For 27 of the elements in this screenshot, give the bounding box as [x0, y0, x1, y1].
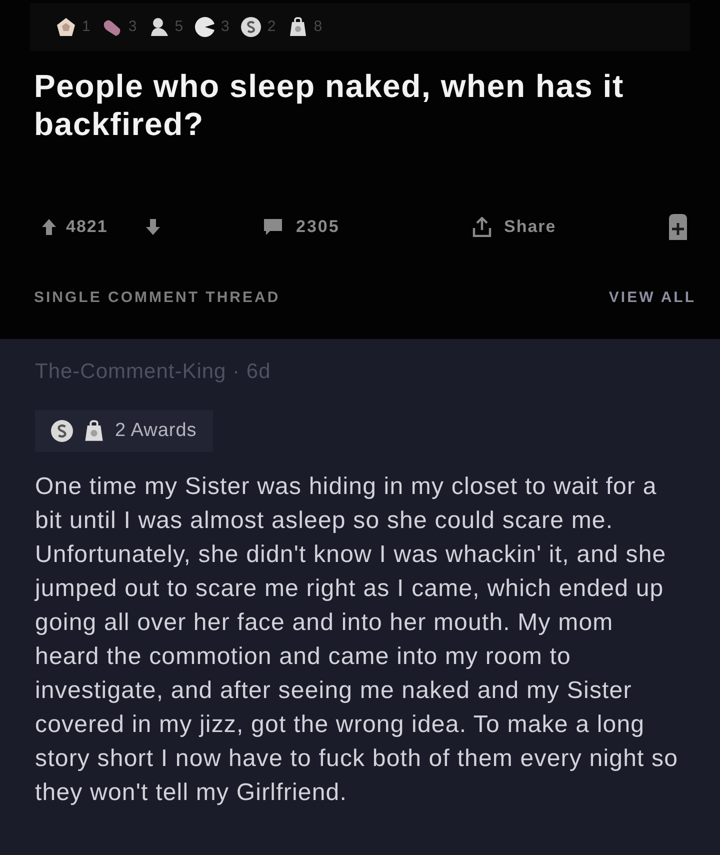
comments-button[interactable]: 2305 — [264, 214, 472, 240]
awards-pill[interactable]: 2 Awards — [35, 410, 213, 452]
view-all-link[interactable]: VIEW ALL — [608, 286, 696, 310]
post-title: People who sleep naked, when has it backfired? — [33, 67, 625, 143]
awards-count: 2 Awards — [115, 418, 197, 443]
award-count: 2 — [267, 16, 276, 37]
award-count: 1 — [82, 16, 90, 37]
downvote-arrow-icon[interactable] — [146, 219, 160, 235]
bag-icon — [83, 420, 105, 442]
share-button[interactable]: Share — [472, 214, 556, 240]
vote-count: 4821 — [66, 216, 108, 238]
comment-bubble-icon — [264, 219, 282, 235]
plus-box-icon[interactable] — [666, 214, 690, 240]
coin-icon — [241, 17, 262, 37]
share-icon — [472, 217, 492, 237]
pentagon-badge-icon — [56, 17, 76, 37]
figure-icon — [148, 17, 169, 37]
award-count: 8 — [314, 16, 322, 37]
award-count: 3 — [221, 16, 230, 37]
comment-body: One time my Sister was hiding in my closet to wait for a bit until I was almost asleep so she could scare me. Unfortunately, she didn't know I was whackin' it, and she jumped out to scare me right as I came, which ended up going all over her face and into her mouth. My mom heard the commotion and came into my room to investigate, and after seeing me naked and my Sister covered in my jizz, got the wrong idea. To make a long story short I now have to fuck both of them every night so they won't tell my Girlfriend. — [35, 472, 680, 808]
capsule-icon — [102, 17, 122, 37]
coin-icon — [51, 420, 73, 442]
award-count: 5 — [174, 16, 184, 37]
award-count: 3 — [128, 16, 137, 37]
upvote-arrow-icon[interactable] — [42, 219, 56, 235]
bag-icon — [288, 17, 308, 37]
thread-label: SINGLE COMMENT THREAD — [34, 288, 280, 308]
